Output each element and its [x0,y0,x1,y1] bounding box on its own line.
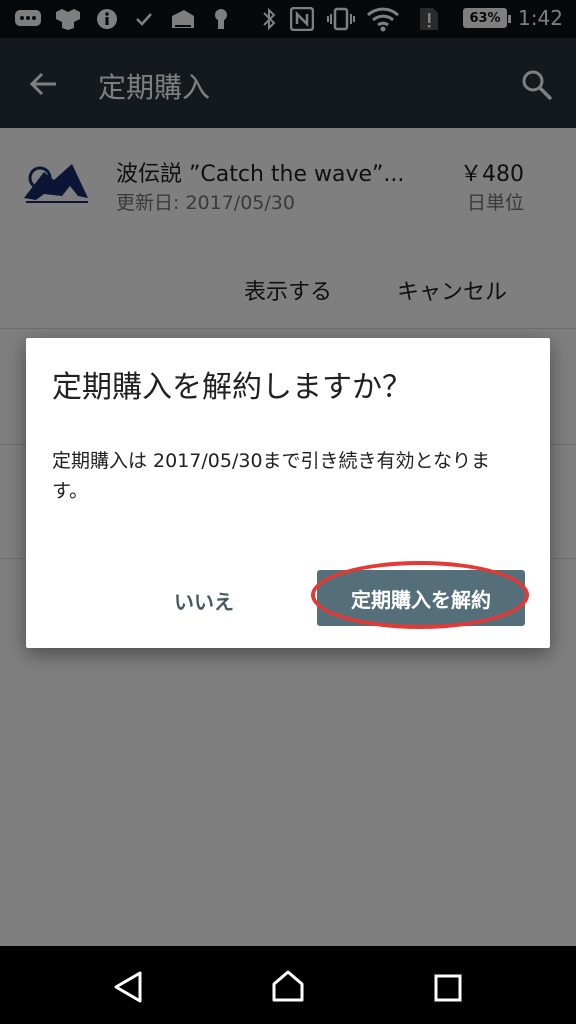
back-triangle-icon[interactable] [112,970,144,1008]
home-icon[interactable] [270,968,306,1008]
highlight-circle [311,561,529,629]
cancel-confirm-dialog: 定期購入を解約しますか？ 定期購入は 2017/05/30まで引き続き有効となり… [26,338,550,648]
dialog-message: 定期購入は 2017/05/30まで引き続き有効となります。 [52,450,490,502]
recents-square-icon[interactable] [434,974,462,1006]
no-button[interactable]: いいえ [174,586,234,615]
nav-bar [0,946,576,1024]
dialog-title: 定期購入を解約しますか？ [52,370,412,405]
